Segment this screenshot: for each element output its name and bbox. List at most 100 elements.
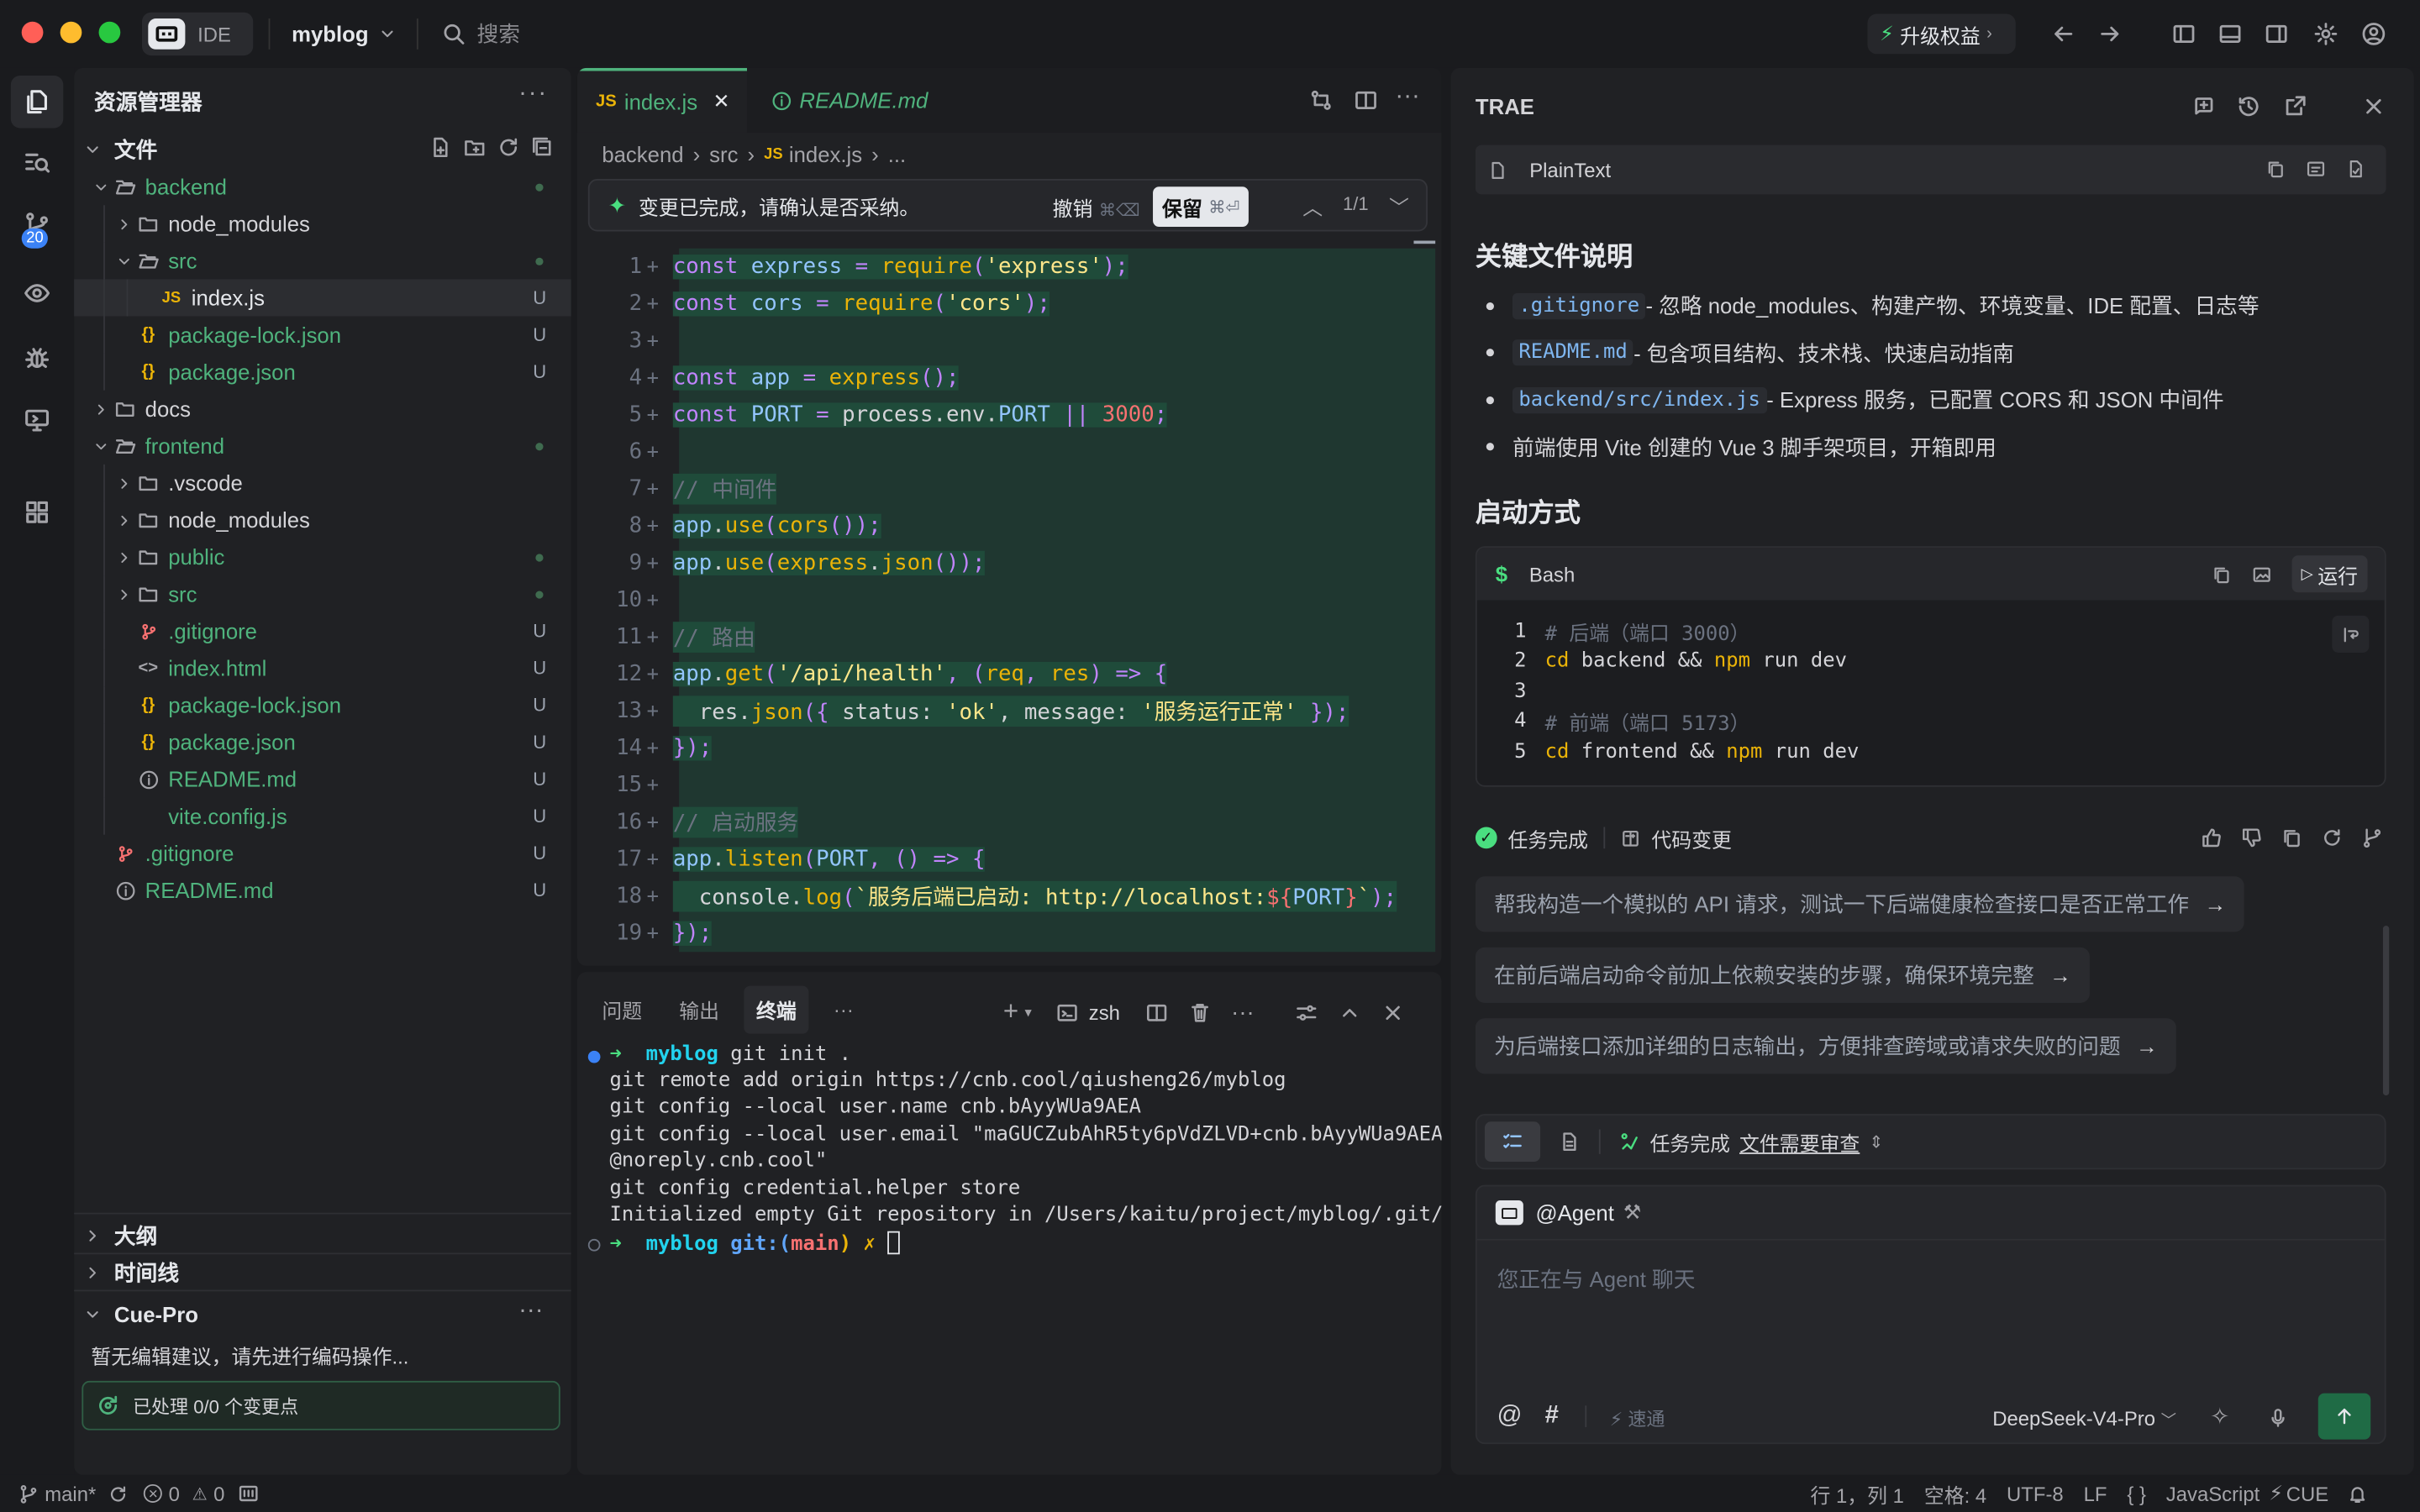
- branch-icon[interactable]: [2361, 827, 2383, 848]
- tree-item[interactable]: JS index.js U: [74, 279, 571, 317]
- close-window-button[interactable]: [21, 21, 44, 44]
- toggle-left-panel-button[interactable]: [2167, 17, 2201, 50]
- files-section-header[interactable]: 文件: [83, 133, 157, 166]
- tools-icon[interactable]: ⚒: [1623, 1200, 1641, 1225]
- encoding[interactable]: UTF-8: [2007, 1482, 2064, 1505]
- back-button[interactable]: [2047, 17, 2081, 50]
- close-icon[interactable]: [1381, 1000, 1404, 1024]
- tree-item[interactable]: backend: [74, 168, 571, 205]
- history-icon[interactable]: [2236, 94, 2260, 118]
- compare-changes-icon[interactable]: [1309, 88, 1334, 113]
- code-view[interactable]: 1 + const express = require('express'); 2 + c…: [577, 248, 1442, 958]
- reject-button[interactable]: 撤销 ⌘⌫: [1053, 193, 1140, 223]
- error-count[interactable]: 0: [169, 1482, 180, 1505]
- tree-item[interactable]: {} package-lock.json U: [74, 686, 571, 724]
- toggle-right-panel-button[interactable]: [2260, 17, 2293, 50]
- tree-item[interactable]: node_modules: [74, 205, 571, 243]
- tab-index-js[interactable]: JS index.js ✕: [576, 67, 747, 133]
- breadcrumb-item[interactable]: backend: [602, 142, 683, 166]
- thumbs-down-icon[interactable]: [2241, 827, 2263, 848]
- breadcrumb-item[interactable]: index.js: [789, 142, 862, 166]
- tab-more[interactable]: ···: [821, 988, 865, 1030]
- speed-mode-toggle[interactable]: ⚡ 速通: [1610, 1405, 1665, 1431]
- branch-indicator[interactable]: main*: [45, 1482, 96, 1505]
- search-activity[interactable]: [18, 145, 55, 182]
- refresh-icon[interactable]: [497, 136, 520, 160]
- language-mode[interactable]: JavaScript: [2166, 1482, 2260, 1505]
- new-chat-icon[interactable]: [2191, 94, 2216, 118]
- new-folder-icon[interactable]: [463, 136, 487, 160]
- review-files-link[interactable]: 文件需要审查: [1739, 1127, 1860, 1157]
- regenerate-icon[interactable]: [2321, 827, 2343, 848]
- tree-item[interactable]: docs: [74, 391, 571, 428]
- close-tab-icon[interactable]: ✕: [713, 90, 729, 114]
- line-ending[interactable]: LF: [2084, 1482, 2107, 1505]
- tree-item[interactable]: node_modules: [74, 501, 571, 539]
- timeline-section-header[interactable]: 时间线: [83, 1256, 179, 1289]
- debug-activity[interactable]: [18, 339, 55, 376]
- account-button[interactable]: [2357, 17, 2391, 50]
- tree-item[interactable]: <> index.html U: [74, 649, 571, 687]
- copy-icon[interactable]: [2265, 159, 2286, 179]
- mention-button[interactable]: @: [1497, 1403, 1523, 1431]
- image-export-icon[interactable]: [2252, 564, 2272, 585]
- chat-scrollbar[interactable]: [2382, 926, 2390, 1096]
- suggestion-item[interactable]: 为后端接口添加详细的日志输出，方便排查跨域或请求失败的问题 →: [1475, 1018, 2176, 1074]
- tree-item[interactable]: README.md U: [74, 872, 571, 909]
- toggle-bottom-panel-button[interactable]: [2213, 17, 2247, 50]
- project-selector[interactable]: myblog: [292, 18, 396, 50]
- ide-mode-switch[interactable]: IDE: [141, 12, 254, 56]
- run-button[interactable]: ▷ 运行: [2291, 555, 2368, 593]
- extensions-activity[interactable]: [18, 494, 55, 531]
- microphone-icon[interactable]: [2267, 1407, 2289, 1429]
- file-path-code[interactable]: .gitignore: [1512, 292, 1646, 319]
- tree-item[interactable]: README.md U: [74, 760, 571, 798]
- language-braces[interactable]: { }: [2127, 1482, 2146, 1505]
- tree-item[interactable]: .gitignore U: [74, 835, 571, 872]
- editor-more-button[interactable]: ···: [1395, 83, 1419, 111]
- tree-item[interactable]: {} package.json U: [74, 353, 571, 391]
- minimize-window-button[interactable]: [60, 21, 82, 44]
- tab-output[interactable]: 输出: [666, 985, 731, 1033]
- sparkle-icon[interactable]: ✧: [2210, 1403, 2229, 1430]
- cue-status[interactable]: CUE: [2286, 1482, 2328, 1505]
- expand-icon[interactable]: ⇕: [1869, 1131, 1883, 1152]
- send-button[interactable]: [2317, 1393, 2371, 1440]
- copy-icon[interactable]: [2281, 827, 2303, 848]
- close-icon[interactable]: [2361, 94, 2386, 118]
- tree-item[interactable]: .gitignore U: [74, 612, 571, 650]
- keep-button[interactable]: 保留 ⌘⏎: [1153, 186, 1249, 227]
- tree-item[interactable]: vite.config.js U: [74, 797, 571, 835]
- terminal-output[interactable]: ➜ myblog git init . git remote add origi…: [577, 1043, 1442, 1475]
- breadcrumb-item[interactable]: ...: [888, 142, 906, 166]
- chevron-up-icon[interactable]: [1338, 1000, 1361, 1024]
- bell-icon[interactable]: [2347, 1483, 2367, 1504]
- agent-selector[interactable]: @Agent: [1536, 1200, 1614, 1225]
- tree-item[interactable]: src: [74, 575, 571, 613]
- trash-icon[interactable]: [1188, 1000, 1212, 1024]
- ports-icon[interactable]: [237, 1483, 259, 1504]
- prev-change-button[interactable]: ︿: [1302, 192, 1323, 221]
- sync-icon[interactable]: [108, 1483, 129, 1504]
- tree-item[interactable]: src: [74, 242, 571, 280]
- suggestion-item[interactable]: 在前后端启动命令前加上依赖安装的步骤，确保环境完整 →: [1475, 947, 2090, 1003]
- wrap-toggle-button[interactable]: [2332, 615, 2370, 653]
- task-list-toggle[interactable]: [1484, 1121, 1541, 1163]
- preview-activity[interactable]: [18, 275, 55, 312]
- context-button[interactable]: #: [1545, 1403, 1559, 1431]
- apply-file-icon[interactable]: [2346, 159, 2366, 179]
- settings-button[interactable]: [2309, 17, 2343, 50]
- tree-item[interactable]: frontend: [74, 428, 571, 465]
- tab-problems[interactable]: 问题: [590, 985, 655, 1033]
- open-external-icon[interactable]: [2283, 94, 2307, 118]
- thumbs-up-icon[interactable]: [2201, 827, 2223, 848]
- file-path-code[interactable]: backend/src/index.js: [1512, 386, 1767, 413]
- cuepro-more-button[interactable]: ···: [518, 1298, 543, 1326]
- split-editor-icon[interactable]: [1354, 88, 1378, 113]
- code-change-button[interactable]: 代码变更: [1651, 823, 1732, 853]
- outline-section-header[interactable]: 大纲: [83, 1219, 157, 1252]
- remote-activity[interactable]: [18, 402, 55, 438]
- file-path-code[interactable]: README.md: [1512, 339, 1634, 366]
- maximize-window-button[interactable]: [98, 21, 121, 44]
- tree-item[interactable]: public: [74, 538, 571, 576]
